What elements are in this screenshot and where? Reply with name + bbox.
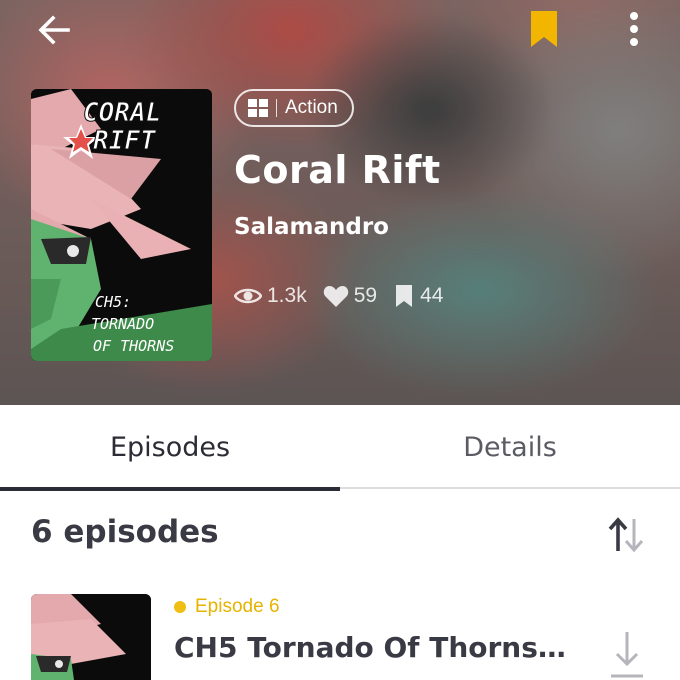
series-author[interactable]: Salamandro <box>234 214 389 240</box>
episode-title: CH5 Tornado Of Thorns P... <box>174 631 574 664</box>
grid-icon <box>248 99 268 117</box>
arrow-left-icon <box>38 15 70 45</box>
download-icon <box>611 632 643 678</box>
subscribers-count: 44 <box>420 284 444 307</box>
views-count: 1.3k <box>267 284 307 307</box>
tab-bar: Episodes Details <box>0 405 680 491</box>
episode-number: Episode 6 <box>195 596 280 617</box>
more-options-button[interactable] <box>620 8 648 50</box>
cover-chapter-line1: CH5: <box>95 293 131 311</box>
views-stat: 1.3k <box>234 284 307 308</box>
list-item[interactable]: Episode 6 CH5 Tornado Of Thorns P... <box>0 594 680 680</box>
episode-thumbnail <box>31 594 151 680</box>
cover-chapter-line2: TORNADO <box>91 315 154 333</box>
download-button[interactable] <box>606 630 648 680</box>
bookmark-button[interactable] <box>526 8 562 50</box>
subscribers-stat: 44 <box>393 283 443 309</box>
likes-stat: 59 <box>323 284 377 308</box>
more-vertical-icon <box>630 12 638 46</box>
genre-label: Action <box>285 97 338 118</box>
eye-icon <box>234 288 262 304</box>
series-title: Coral Rift <box>234 148 441 192</box>
sort-icon <box>608 517 644 553</box>
cover-chapter-line3: OF THORNS <box>93 337 174 355</box>
episode-thumbnail-art <box>31 594 151 680</box>
genre-divider <box>276 99 277 117</box>
bookmark-icon <box>531 11 557 47</box>
episode-count: 6 episodes <box>31 514 219 550</box>
episode-number-badge: Episode 6 <box>174 596 280 618</box>
cover-illustration: CORAL RIFT CH5: TORNADO OF THORNS <box>31 89 212 361</box>
cover-title-line2: RIFT <box>93 126 157 156</box>
likes-count: 59 <box>353 284 378 307</box>
bookmark-outline-icon <box>396 285 413 307</box>
tab-episodes[interactable]: Episodes <box>0 405 340 491</box>
series-header: CORAL RIFT CH5: TORNADO OF THORNS Action… <box>0 0 680 405</box>
new-indicator-dot <box>174 601 186 613</box>
genre-tag[interactable]: Action <box>234 89 354 127</box>
back-button[interactable] <box>34 10 74 50</box>
series-stats: 1.3k 59 44 <box>234 279 459 313</box>
series-cover[interactable]: CORAL RIFT CH5: TORNADO OF THORNS <box>31 89 212 361</box>
sort-button[interactable] <box>604 514 648 556</box>
cover-title-line1: CORAL <box>83 98 161 128</box>
heart-icon <box>323 286 348 307</box>
tab-details[interactable]: Details <box>340 405 680 489</box>
